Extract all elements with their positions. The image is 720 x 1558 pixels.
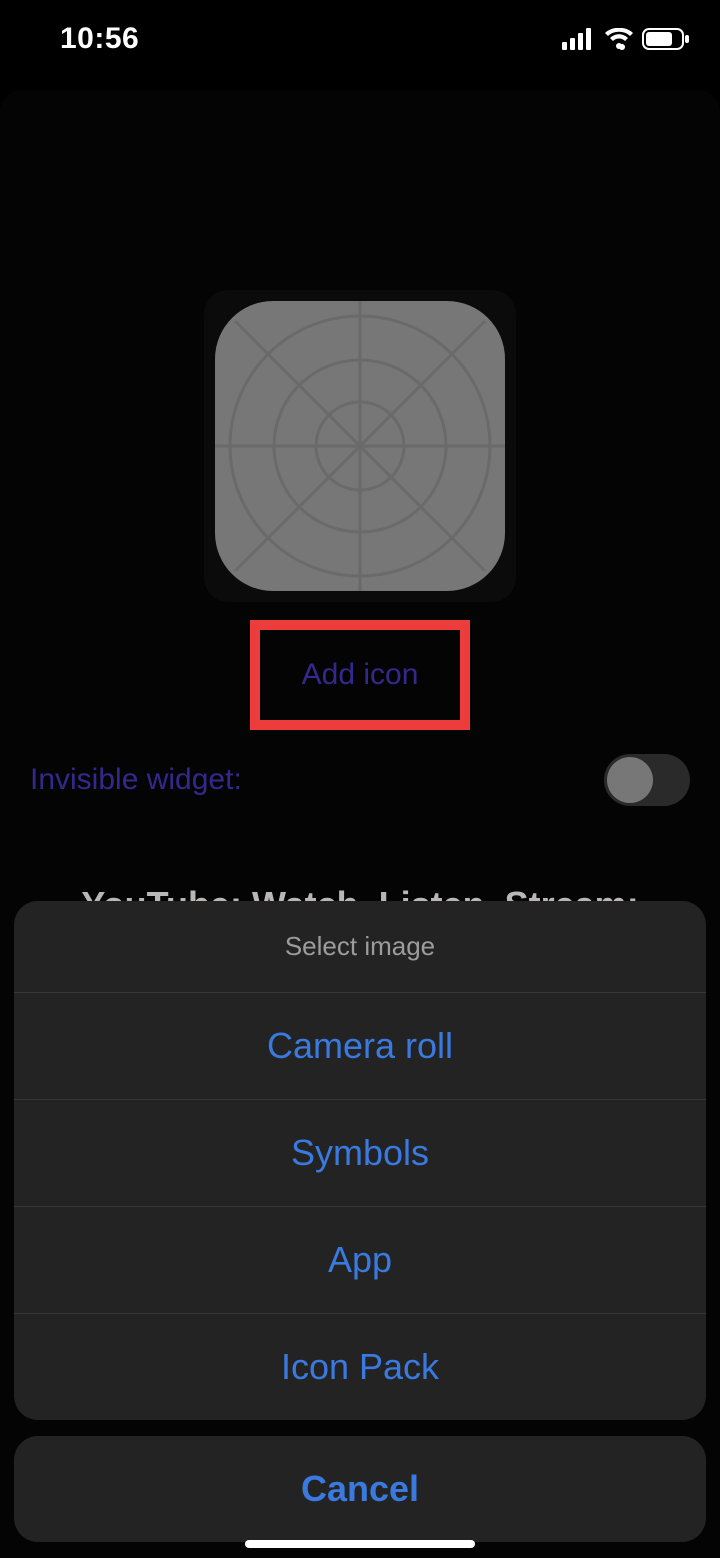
- battery-icon: [642, 28, 690, 50]
- camera-roll-button[interactable]: Camera roll: [14, 992, 706, 1099]
- symbols-button[interactable]: Symbols: [14, 1099, 706, 1206]
- home-indicator[interactable]: [245, 1540, 475, 1548]
- select-image-title: Select image: [14, 901, 706, 992]
- wifi-icon: [604, 28, 634, 50]
- action-sheet-overlay: Select image Camera roll Symbols App Ico…: [0, 90, 720, 1558]
- status-right: [562, 28, 690, 50]
- status-time: 10:56: [60, 22, 139, 56]
- select-image-sheet: Select image Camera roll Symbols App Ico…: [14, 901, 706, 1420]
- cancel-button[interactable]: Cancel: [14, 1436, 706, 1542]
- cellular-icon: [562, 28, 596, 50]
- icon-pack-button[interactable]: Icon Pack: [14, 1313, 706, 1420]
- editor-sheet: Add icon Invisible widget: YouTube: Watc…: [0, 90, 720, 1558]
- app-button[interactable]: App: [14, 1206, 706, 1313]
- cancel-sheet: Cancel: [14, 1436, 706, 1542]
- status-bar: 10:56: [0, 0, 720, 60]
